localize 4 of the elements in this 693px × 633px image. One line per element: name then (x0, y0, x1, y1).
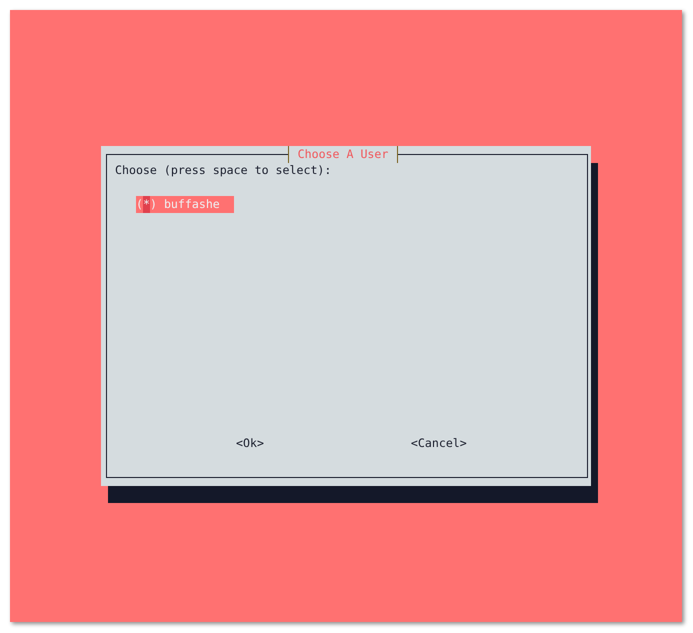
cancel-button[interactable]: <Cancel> (410, 435, 467, 452)
dialog-title: Choose A User (288, 146, 398, 163)
prompt-text: Choose (press space to select): (115, 162, 332, 179)
ok-button[interactable]: <Ok> (236, 435, 264, 452)
